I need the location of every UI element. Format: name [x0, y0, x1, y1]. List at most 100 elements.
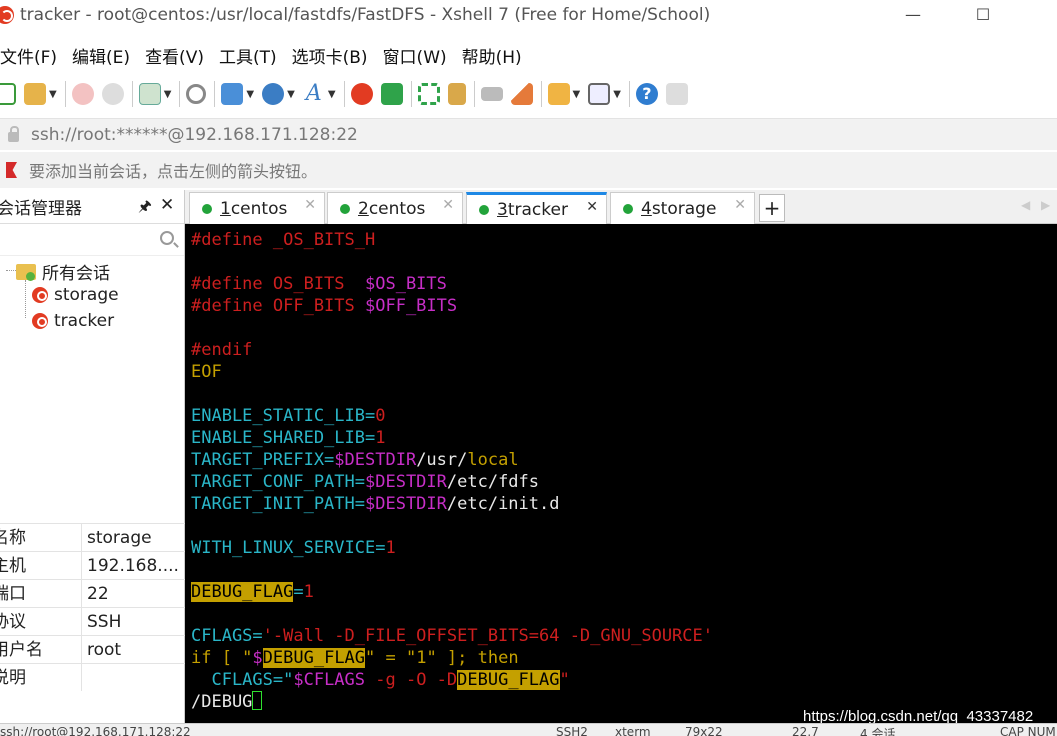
connected-status-icon: [340, 203, 350, 214]
new-tab-button[interactable]: +: [759, 194, 785, 222]
search-icon[interactable]: [160, 231, 174, 245]
chat-button[interactable]: [665, 81, 688, 107]
terminal-text: /usr/: [416, 450, 468, 470]
session-search[interactable]: [0, 224, 184, 256]
transfer-icon: [221, 83, 244, 105]
reconnect-button[interactable]: [71, 81, 94, 107]
tab-close-icon[interactable]: ✕: [304, 197, 316, 213]
lock-icon: [8, 125, 19, 142]
terminal-line: if [ "$DEBUG_FLAG" = "1" ]; then: [191, 647, 519, 669]
session-address[interactable]: ssh://root:******@192.168.171.128:22: [31, 125, 358, 145]
tab-centos-1[interactable]: 1 centos ✕: [189, 192, 325, 224]
folder-icon: [16, 263, 36, 281]
property-key: 协议: [0, 608, 82, 635]
search-highlight: DEBUG_FLAG: [457, 670, 560, 690]
session-hint-bar: 要添加当前会话，点击左侧的箭头按钮。: [0, 152, 1057, 188]
new-session-button[interactable]: [0, 81, 16, 107]
session-icon: [26, 312, 48, 330]
pin-icon[interactable]: 🖈: [138, 196, 152, 221]
xftp-button[interactable]: [380, 81, 403, 107]
terminal-line: EOF: [191, 362, 222, 382]
new-folder-button[interactable]: ▼: [547, 81, 580, 107]
property-value: root: [87, 640, 122, 660]
menu-view[interactable]: 查看(V): [145, 43, 204, 68]
tree-item-storage[interactable]: storage: [26, 285, 119, 305]
terminal-line: TARGET_PREFIX=$DESTDIR/usr/local: [191, 449, 519, 471]
vim-search-command[interactable]: /DEBUG: [191, 692, 252, 712]
address-bar[interactable]: ssh://root:******@192.168.171.128:22: [0, 118, 1057, 150]
terminal-key: WITH_LINUX_SERVICE=: [191, 538, 386, 558]
minimize-button[interactable]: —: [893, 2, 933, 28]
toolbar-divider: [64, 81, 66, 107]
disconnect-button[interactable]: [101, 81, 124, 107]
help-button[interactable]: ?: [635, 81, 658, 107]
terminal-line: /DEBUG: [191, 691, 263, 713]
highlight-button[interactable]: [510, 81, 533, 107]
chevron-down-icon: ▼: [49, 88, 57, 100]
layout-button[interactable]: ▼: [588, 81, 621, 107]
transfer-button[interactable]: ▼: [221, 81, 254, 107]
globe-button[interactable]: ▼: [262, 81, 295, 107]
terminal-text: /etc/fdfs: [446, 472, 540, 492]
terminal[interactable]: #define _OS_BITS_H #define OS_BITS $OS_B…: [185, 224, 1057, 723]
tree-item-tracker[interactable]: tracker: [26, 311, 114, 331]
tab-scroll-left-icon[interactable]: ◀: [1021, 198, 1030, 212]
menu-tools[interactable]: 工具(T): [219, 43, 277, 68]
xftp-icon: [380, 83, 403, 105]
tab-tracker[interactable]: 3 tracker ✕: [466, 192, 607, 224]
terminal-key: ENABLE_SHARED_LIB=: [191, 428, 376, 448]
tab-storage[interactable]: 4 storage ✕: [610, 192, 755, 224]
maximize-button[interactable]: ☐: [963, 2, 1003, 28]
terminal-key: TARGET_PREFIX=: [191, 450, 335, 470]
property-row: 主机192.168....: [0, 551, 185, 579]
terminal-line: #define OFF_BITS $OFF_BITS: [191, 295, 457, 317]
menu-window[interactable]: 窗口(W): [383, 43, 447, 68]
tab-number: 4: [641, 198, 652, 219]
property-row: 端口22: [0, 579, 185, 607]
menu-help[interactable]: 帮助(H): [462, 43, 522, 68]
xmanager-icon: [350, 83, 373, 105]
terminal-value: 1: [303, 582, 314, 602]
tab-label: storage: [651, 198, 717, 219]
terminal-text: =: [293, 582, 304, 602]
property-value: storage: [87, 528, 152, 548]
terminal-key: CFLAGS=: [191, 626, 263, 646]
tab-label: centos: [368, 198, 426, 219]
terminal-value: 1: [375, 428, 386, 448]
open-session-button[interactable]: ▼: [24, 81, 57, 107]
fullscreen-button[interactable]: [417, 81, 440, 107]
tab-centos-2[interactable]: 2 centos ✕: [327, 192, 463, 224]
toolbar-divider: [410, 81, 412, 107]
tree-item-all-sessions[interactable]: 所有会话: [16, 259, 110, 284]
tab-close-icon[interactable]: ✕: [442, 197, 454, 213]
close-icon[interactable]: ✕: [160, 195, 174, 215]
terminal-variable: $CFLAGS: [293, 670, 366, 690]
font-button[interactable]: A ▼: [303, 81, 336, 107]
lock-button[interactable]: [447, 81, 466, 107]
terminal-line: WITH_LINUX_SERVICE=1: [191, 537, 396, 559]
menu-file[interactable]: 文件(F): [0, 43, 57, 68]
terminal-value: 1: [385, 538, 396, 558]
property-key: 端口: [0, 580, 82, 607]
tab-close-icon[interactable]: ✕: [586, 199, 598, 215]
xmanager-button[interactable]: [350, 81, 373, 107]
terminal-string: -g -O -D: [365, 670, 458, 690]
menu-edit[interactable]: 编辑(E): [72, 43, 130, 68]
tab-scroll-right-icon[interactable]: ▶: [1041, 198, 1050, 212]
terminal-line: CFLAGS="$CFLAGS -g -O -DDEBUG_FLAG": [191, 669, 570, 691]
tab-close-icon[interactable]: ✕: [734, 197, 746, 213]
menu-tabs[interactable]: 选项卡(B): [292, 43, 368, 68]
fullscreen-icon: [417, 83, 440, 105]
terminal-keyword: if [ ": [191, 648, 253, 668]
title-bar: tracker - root@centos:/usr/local/fastdfs…: [0, 0, 1057, 30]
add-session-arrow-icon[interactable]: [6, 162, 17, 178]
keyboard-button[interactable]: [480, 81, 503, 107]
properties-button[interactable]: ▼: [138, 81, 171, 107]
status-cursor-position: 22,7: [792, 725, 819, 736]
terminal-text: /etc/init.d: [446, 494, 560, 514]
find-button[interactable]: [186, 81, 207, 107]
terminal-key: TARGET_CONF_PATH=: [191, 472, 365, 492]
status-protocol: SSH2: [556, 725, 588, 736]
tab-number: 1: [220, 198, 231, 219]
tab-label: tracker: [507, 199, 568, 220]
